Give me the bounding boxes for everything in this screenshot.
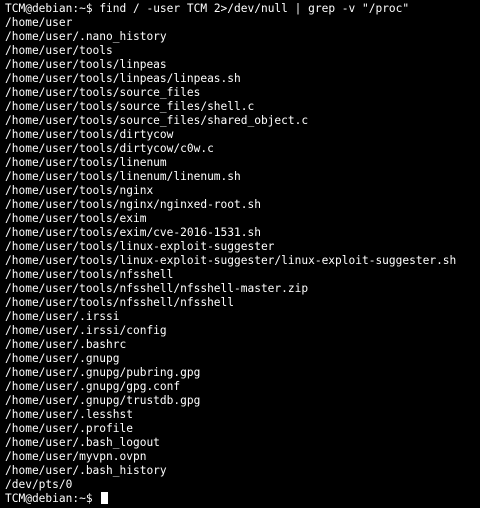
output-line: /home/user <box>5 16 73 29</box>
output-line: /home/user/tools/source_files/shared_obj… <box>5 114 309 127</box>
output-line: /home/user/tools/linpeas/linpeas.sh <box>5 72 241 85</box>
command-output: /home/user/home/user/.nano_history/home/… <box>5 16 480 492</box>
output-line: /home/user/.bash_history <box>5 464 167 477</box>
output-line: /home/user/tools/nfsshell/nfsshell <box>5 296 235 309</box>
output-line: /home/user/tools/nfsshell/nfsshell-maste… <box>5 282 309 295</box>
output-line: /home/user/.lesshst <box>5 408 133 421</box>
output-line: /home/user/tools/nginx <box>5 184 154 197</box>
output-line: /home/user/tools/dirtycow/c0w.c <box>5 142 214 155</box>
output-line: /home/user/myvpn.ovpn <box>5 450 147 463</box>
output-line: /home/user/.gnupg/pubring.gpg <box>5 366 201 379</box>
output-line: /home/user/tools/linux-exploit-suggester… <box>5 254 457 267</box>
output-line: /home/user/tools <box>5 44 113 57</box>
output-line: /home/user/.gnupg/trustdb.gpg <box>5 394 201 407</box>
shell-prompt: TCM@debian:~$ <box>5 2 93 15</box>
output-line: /home/user/.profile <box>5 422 133 435</box>
command-line: TCM@debian:~$ find / -user TCM 2>/dev/nu… <box>5 2 480 16</box>
output-line: /home/user/tools/exim/cve-2016-1531.sh <box>5 226 261 239</box>
output-line: /home/user/.bashrc <box>5 338 127 351</box>
output-line: /home/user/tools/source_files <box>5 86 201 99</box>
shell-prompt-active: TCM@debian:~$ <box>5 492 93 505</box>
output-line: /home/user/tools/nfsshell <box>5 268 174 281</box>
output-line: /home/user/.gnupg/gpg.conf <box>5 380 181 393</box>
output-line: /home/user/.irssi <box>5 310 120 323</box>
output-line: /home/user/tools/linux-exploit-suggester <box>5 240 275 253</box>
command-text: find / -user TCM 2>/dev/null | grep -v "… <box>99 2 410 15</box>
terminal-window[interactable]: TCM@debian:~$ find / -user TCM 2>/dev/nu… <box>0 0 480 508</box>
output-line: /home/user/tools/exim <box>5 212 147 225</box>
output-line: /dev/pts/0 <box>5 478 73 491</box>
output-line: /home/user/.bash_logout <box>5 436 160 449</box>
output-line: /home/user/.irssi/config <box>5 324 167 337</box>
active-prompt-line[interactable]: TCM@debian:~$ <box>5 492 480 506</box>
output-line: /home/user/tools/linpeas <box>5 58 167 71</box>
output-line: /home/user/tools/linenum/linenum.sh <box>5 170 241 183</box>
output-line: /home/user/tools/linenum <box>5 156 167 169</box>
output-line: /home/user/tools/source_files/shell.c <box>5 100 255 113</box>
output-line: /home/user/tools/nginx/nginxed-root.sh <box>5 198 261 211</box>
output-line: /home/user/.gnupg <box>5 352 120 365</box>
output-line: /home/user/.nano_history <box>5 30 167 43</box>
text-cursor <box>101 492 109 504</box>
output-line: /home/user/tools/dirtycow <box>5 128 174 141</box>
